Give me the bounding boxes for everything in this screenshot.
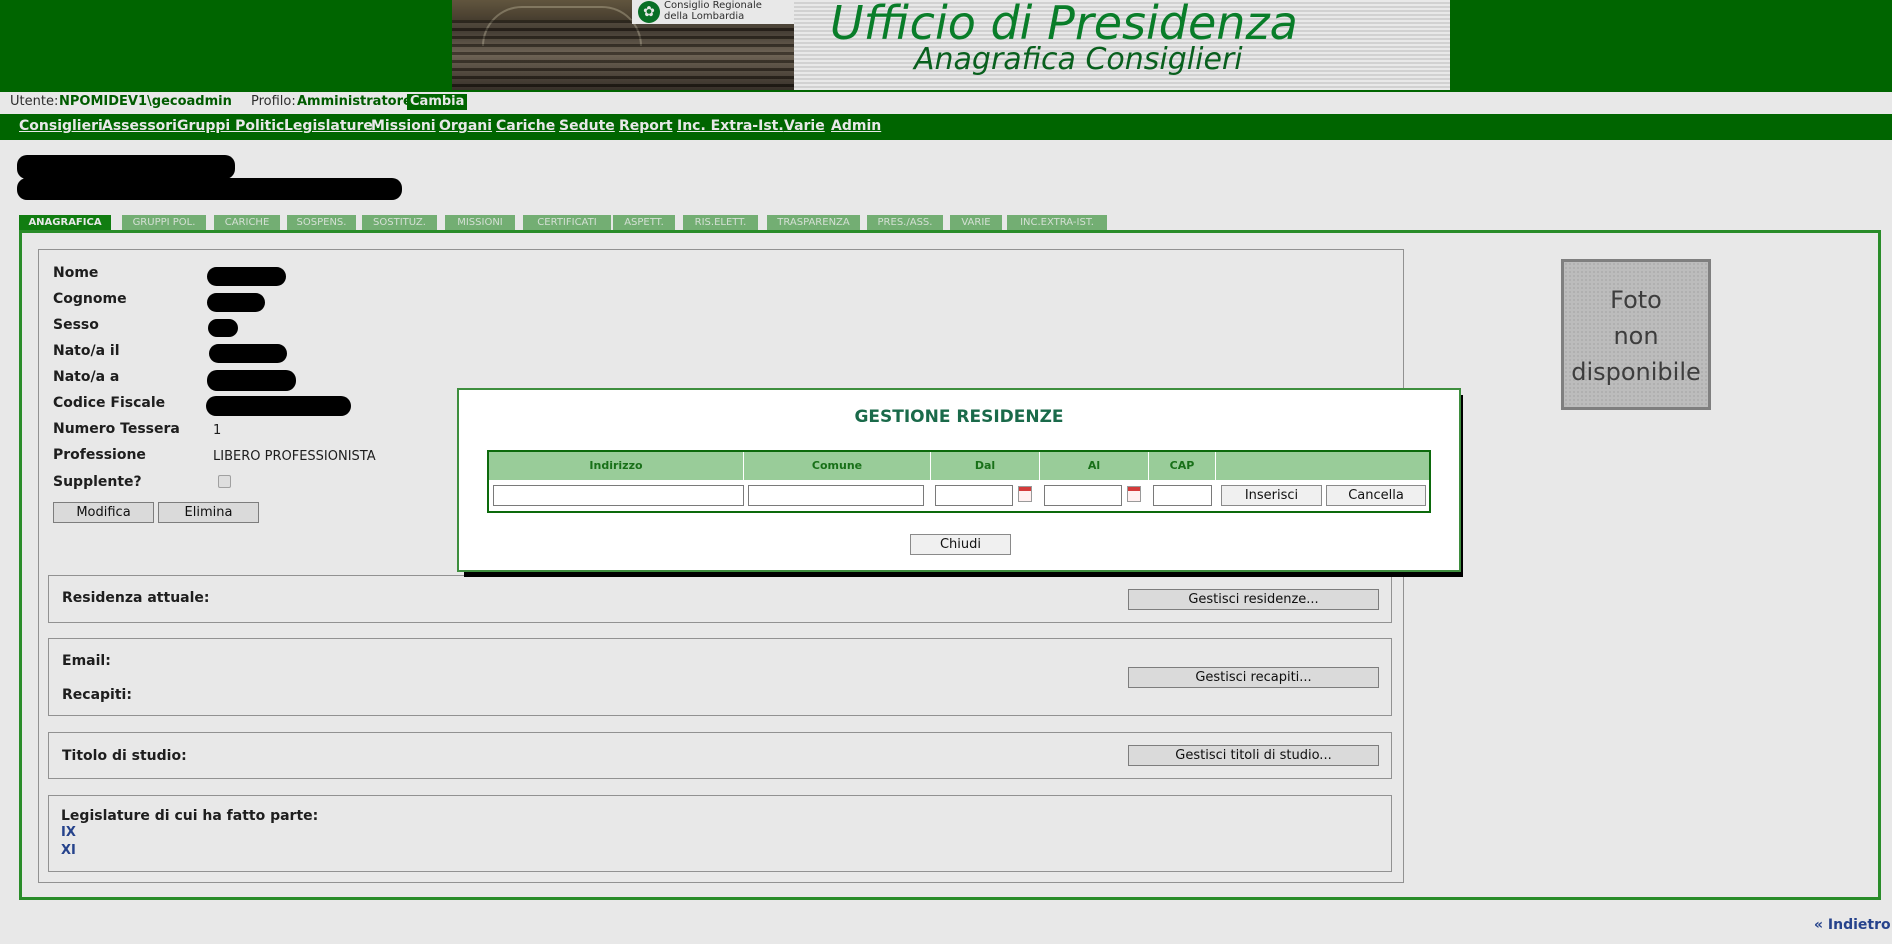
residenze-table-header: Indirizzo Comune Dal Al CAP	[489, 452, 1429, 480]
inserisci-button[interactable]: Inserisci	[1221, 485, 1322, 506]
chiudi-button[interactable]: Chiudi	[910, 534, 1011, 555]
col-comune: Comune	[744, 452, 931, 480]
cap-input[interactable]	[1153, 485, 1212, 506]
indirizzo-input[interactable]	[493, 485, 744, 506]
residenze-table: Indirizzo Comune Dal Al CAP Inserisci Ca…	[487, 450, 1431, 513]
gestione-residenze-dialog: GESTIONE RESIDENZE Indirizzo Comune Dal …	[457, 388, 1461, 572]
al-calendar-icon[interactable]	[1127, 486, 1141, 502]
al-input[interactable]	[1044, 485, 1122, 506]
comune-input[interactable]	[748, 485, 924, 506]
col-dal: Dal	[931, 452, 1040, 480]
dialog-title: GESTIONE RESIDENZE	[854, 407, 1064, 427]
dal-input[interactable]	[935, 485, 1013, 506]
dal-calendar-icon[interactable]	[1018, 486, 1032, 502]
col-al: Al	[1040, 452, 1149, 480]
col-actions	[1216, 452, 1429, 480]
col-cap: CAP	[1149, 452, 1216, 480]
cancella-button[interactable]: Cancella	[1326, 485, 1426, 506]
col-indirizzo: Indirizzo	[489, 452, 744, 480]
